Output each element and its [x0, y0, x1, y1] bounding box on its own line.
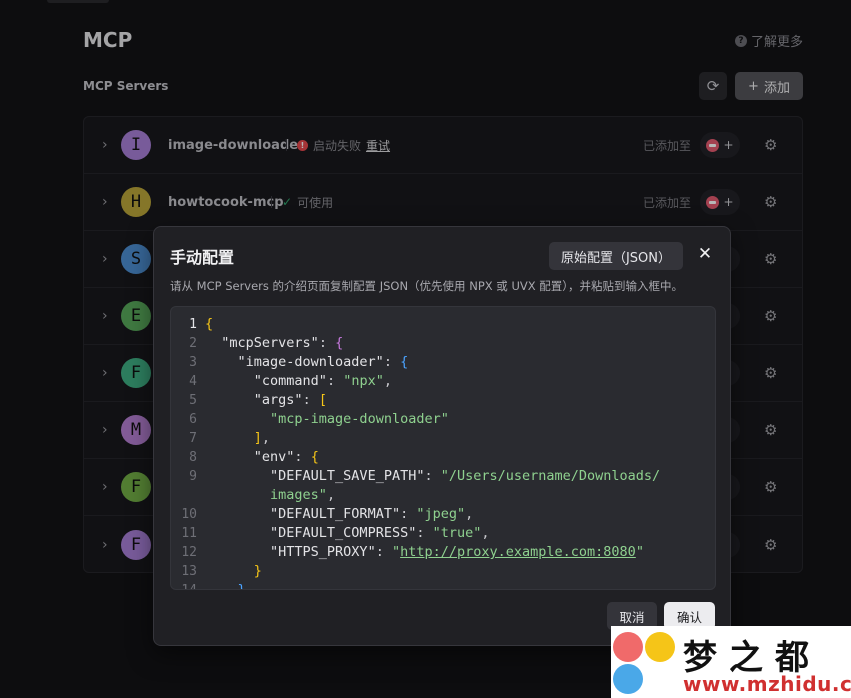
code-line: {	[205, 316, 214, 332]
manual-config-dialog: 手动配置 原始配置（JSON） ✕ 请从 MCP Servers 的介绍页面复制…	[153, 226, 731, 646]
line-number: 4	[189, 374, 197, 389]
code-line: "image-downloader": {	[237, 354, 409, 370]
code-line: "DEFAULT_COMPRESS": "true",	[270, 525, 490, 541]
code-line: "args": [	[253, 392, 327, 408]
line-number: 10	[181, 507, 197, 522]
line-number: 6	[189, 412, 197, 427]
code-line: "env": {	[253, 449, 319, 465]
close-icon[interactable]: ✕	[695, 243, 715, 265]
json-config-editor[interactable]: 1 { 2 "mcpServers": { 3 "image-downloader…	[170, 306, 716, 590]
yellow-face-icon	[645, 632, 675, 662]
blue-face-icon	[613, 664, 643, 694]
line-number: 11	[181, 526, 197, 541]
raw-config-button[interactable]: 原始配置（JSON）	[549, 242, 683, 270]
code-line: "DEFAULT_FORMAT": "jpeg",	[270, 506, 474, 522]
watermark-url: www.mzhidu.com	[683, 672, 851, 696]
line-number: 12	[181, 545, 197, 560]
line-number: 3	[189, 355, 197, 370]
line-number: 9	[189, 469, 197, 484]
line-number: 2	[189, 336, 197, 351]
dialog-title: 手动配置	[170, 248, 235, 267]
code-line: "mcpServers": {	[221, 335, 344, 351]
code-line: "HTTPS_PROXY": "http://proxy.example.com…	[270, 544, 644, 560]
code-line: }	[253, 563, 262, 579]
line-number: 5	[189, 393, 197, 408]
code-line: "DEFAULT_SAVE_PATH": "/Users/username/Do…	[270, 468, 661, 484]
line-number: 7	[189, 431, 197, 446]
line-number: 14	[171, 581, 197, 589]
red-face-icon	[613, 632, 643, 662]
code-line: "mcp-image-downloader"	[270, 411, 449, 427]
line-number: 1	[189, 317, 197, 332]
code-line: images",	[270, 487, 336, 503]
dialog-description: 请从 MCP Servers 的介绍页面复制配置 JSON（优先使用 NPX 或…	[170, 279, 684, 293]
watermark-logo: 梦之都 www.mzhidu.com	[611, 626, 851, 698]
line-number: 13	[181, 564, 197, 579]
code-line: ],	[253, 430, 271, 446]
line-number: 8	[189, 450, 197, 465]
code-line: "command": "npx",	[253, 373, 392, 389]
code-line: }	[237, 582, 246, 590]
